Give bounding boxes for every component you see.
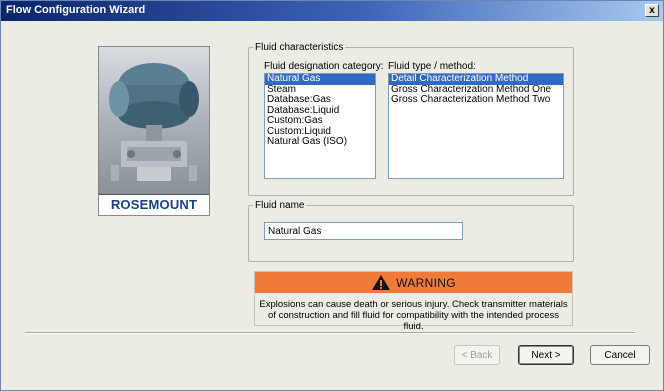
category-item[interactable]: Custom:Gas	[265, 115, 375, 127]
transmitter-image: ROSEMOUNT	[98, 46, 210, 216]
category-listbox[interactable]: Natural Gas Steam Database:Gas Database:…	[264, 73, 376, 179]
cancel-button[interactable]: Cancel	[590, 345, 650, 365]
fluid-name-input[interactable]	[264, 222, 463, 240]
transmitter-illustration	[109, 63, 199, 181]
wizard-window: Flow Configuration Wizard x ROSEMOUNT Fl…	[0, 0, 664, 391]
warning-message: Explosions can cause death or serious in…	[259, 299, 568, 332]
warning-title: WARNING	[396, 275, 456, 290]
brand-logo: ROSEMOUNT	[99, 194, 209, 215]
warning-panel: WARNING Explosions can cause death or se…	[254, 271, 573, 332]
warning-bar: WARNING	[255, 272, 572, 293]
method-item[interactable]: Gross Characterization Method Two	[389, 94, 563, 106]
category-item[interactable]: Database:Gas	[265, 94, 375, 106]
category-item[interactable]: Natural Gas (ISO)	[265, 136, 375, 148]
fluid-characteristics-legend: Fluid characteristics	[255, 42, 344, 53]
category-label: Fluid designation category:	[264, 61, 384, 72]
fluid-name-legend: Fluid name	[255, 200, 305, 211]
next-button[interactable]: Next >	[518, 345, 574, 365]
button-separator	[25, 332, 635, 334]
title-bar[interactable]: Flow Configuration Wizard x	[1, 1, 663, 21]
method-listbox[interactable]: Detail Characterization Method Gross Cha…	[388, 73, 564, 179]
warning-triangle-icon	[372, 275, 391, 290]
method-item[interactable]: Detail Characterization Method	[389, 74, 563, 85]
wizard-content: ROSEMOUNT Fluid characteristics Fluid de…	[2, 21, 662, 390]
method-label: Fluid type / method:	[388, 61, 476, 72]
category-item[interactable]: Natural Gas	[265, 74, 375, 85]
back-button[interactable]: < Back	[454, 345, 500, 365]
window-title: Flow Configuration Wizard	[6, 4, 146, 16]
close-button[interactable]: x	[645, 4, 659, 17]
